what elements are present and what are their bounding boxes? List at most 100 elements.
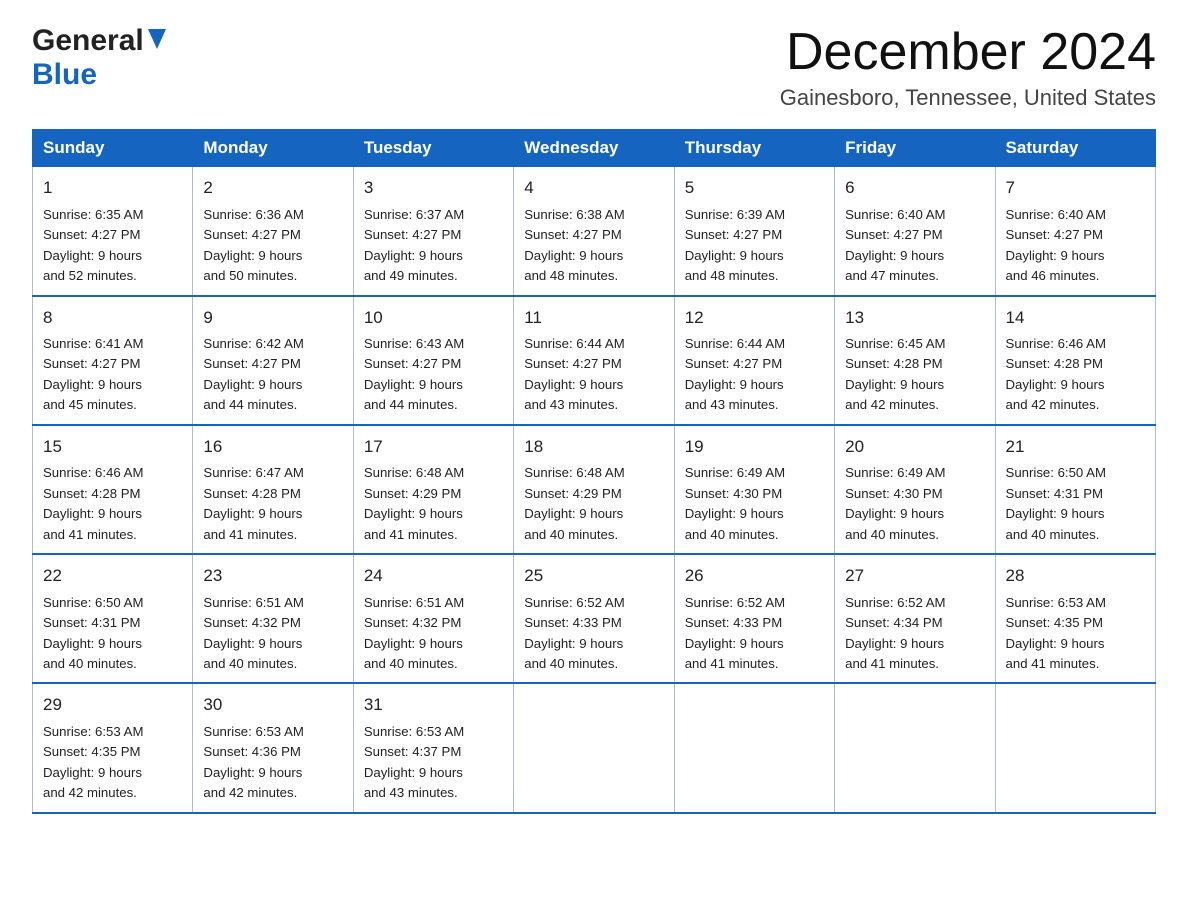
cell-text: Sunrise: 6:36 AMSunset: 4:27 PMDaylight:…: [203, 207, 303, 283]
cell-text: Sunrise: 6:37 AMSunset: 4:27 PMDaylight:…: [364, 207, 464, 283]
header-wednesday: Wednesday: [514, 130, 674, 167]
day-number: 18: [524, 434, 663, 460]
calendar-cell: 23 Sunrise: 6:51 AMSunset: 4:32 PMDayligh…: [193, 554, 353, 683]
calendar-cell: 10 Sunrise: 6:43 AMSunset: 4:27 PMDayligh…: [353, 296, 513, 425]
calendar-table: Sunday Monday Tuesday Wednesday Thursday…: [32, 129, 1156, 814]
cell-text: Sunrise: 6:53 AMSunset: 4:37 PMDaylight:…: [364, 724, 464, 800]
cell-text: Sunrise: 6:50 AMSunset: 4:31 PMDaylight:…: [1006, 465, 1106, 541]
calendar-week-1: 1 Sunrise: 6:35 AMSunset: 4:27 PMDaylight…: [33, 167, 1156, 296]
calendar-body: 1 Sunrise: 6:35 AMSunset: 4:27 PMDaylight…: [33, 167, 1156, 813]
day-number: 10: [364, 305, 503, 331]
logo-general-text: General: [32, 24, 144, 58]
day-number: 14: [1006, 305, 1145, 331]
calendar-week-3: 15 Sunrise: 6:46 AMSunset: 4:28 PMDayligh…: [33, 425, 1156, 554]
cell-text: Sunrise: 6:45 AMSunset: 4:28 PMDaylight:…: [845, 336, 945, 412]
day-number: 21: [1006, 434, 1145, 460]
calendar-cell: 30 Sunrise: 6:53 AMSunset: 4:36 PMDayligh…: [193, 683, 353, 812]
calendar-cell: 27 Sunrise: 6:52 AMSunset: 4:34 PMDayligh…: [835, 554, 995, 683]
cell-text: Sunrise: 6:53 AMSunset: 4:35 PMDaylight:…: [1006, 595, 1106, 671]
calendar-cell: 18Sunrise: 6:48 AMSunset: 4:29 PMDayligh…: [514, 425, 674, 554]
calendar-cell: 28 Sunrise: 6:53 AMSunset: 4:35 PMDayligh…: [995, 554, 1155, 683]
cell-text: Sunrise: 6:35 AMSunset: 4:27 PMDaylight:…: [43, 207, 143, 283]
cell-text: Sunrise: 6:52 AMSunset: 4:33 PMDaylight:…: [685, 595, 785, 671]
cell-text: Sunrise: 6:52 AMSunset: 4:34 PMDaylight:…: [845, 595, 945, 671]
cell-text: Sunrise: 6:51 AMSunset: 4:32 PMDaylight:…: [203, 595, 303, 671]
calendar-cell: 3Sunrise: 6:37 AMSunset: 4:27 PMDaylight…: [353, 167, 513, 296]
header-monday: Monday: [193, 130, 353, 167]
calendar-cell: 16 Sunrise: 6:47 AMSunset: 4:28 PMDayligh…: [193, 425, 353, 554]
calendar-cell: 19Sunrise: 6:49 AMSunset: 4:30 PMDayligh…: [674, 425, 834, 554]
day-number: 25: [524, 563, 663, 589]
calendar-cell: 12Sunrise: 6:44 AMSunset: 4:27 PMDayligh…: [674, 296, 834, 425]
page-header: General Blue December 2024 Gainesboro, T…: [32, 24, 1156, 111]
day-number: 11: [524, 305, 663, 331]
calendar-cell: 20 Sunrise: 6:49 AMSunset: 4:30 PMDayligh…: [835, 425, 995, 554]
day-number: 24: [364, 563, 503, 589]
cell-text: Sunrise: 6:48 AMSunset: 4:29 PMDaylight:…: [364, 465, 464, 541]
calendar-header: Sunday Monday Tuesday Wednesday Thursday…: [33, 130, 1156, 167]
cell-text: Sunrise: 6:44 AMSunset: 4:27 PMDaylight:…: [524, 336, 624, 412]
header-tuesday: Tuesday: [353, 130, 513, 167]
day-number: 23: [203, 563, 342, 589]
day-number: 6: [845, 175, 984, 201]
header-saturday: Saturday: [995, 130, 1155, 167]
calendar-cell: [514, 683, 674, 812]
day-number: 20: [845, 434, 984, 460]
logo-blue-text: Blue: [32, 58, 97, 91]
location-title: Gainesboro, Tennessee, United States: [780, 85, 1156, 111]
calendar-cell: 26Sunrise: 6:52 AMSunset: 4:33 PMDayligh…: [674, 554, 834, 683]
cell-text: Sunrise: 6:47 AMSunset: 4:28 PMDaylight:…: [203, 465, 303, 541]
day-number: 15: [43, 434, 182, 460]
day-number: 16: [203, 434, 342, 460]
cell-text: Sunrise: 6:51 AMSunset: 4:32 PMDaylight:…: [364, 595, 464, 671]
calendar-cell: [995, 683, 1155, 812]
day-number: 30: [203, 692, 342, 718]
cell-text: Sunrise: 6:38 AMSunset: 4:27 PMDaylight:…: [524, 207, 624, 283]
logo-triangle-icon: [148, 29, 166, 56]
calendar-cell: 31Sunrise: 6:53 AMSunset: 4:37 PMDayligh…: [353, 683, 513, 812]
cell-text: Sunrise: 6:49 AMSunset: 4:30 PMDaylight:…: [685, 465, 785, 541]
calendar-cell: 22 Sunrise: 6:50 AMSunset: 4:31 PMDayligh…: [33, 554, 193, 683]
calendar-cell: 11 Sunrise: 6:44 AMSunset: 4:27 PMDayligh…: [514, 296, 674, 425]
cell-text: Sunrise: 6:46 AMSunset: 4:28 PMDaylight:…: [1006, 336, 1106, 412]
calendar-week-4: 22 Sunrise: 6:50 AMSunset: 4:31 PMDayligh…: [33, 554, 1156, 683]
calendar-cell: 5Sunrise: 6:39 AMSunset: 4:27 PMDaylight…: [674, 167, 834, 296]
cell-text: Sunrise: 6:53 AMSunset: 4:36 PMDaylight:…: [203, 724, 303, 800]
day-number: 29: [43, 692, 182, 718]
calendar-cell: 14 Sunrise: 6:46 AMSunset: 4:28 PMDayligh…: [995, 296, 1155, 425]
calendar-cell: 17Sunrise: 6:48 AMSunset: 4:29 PMDayligh…: [353, 425, 513, 554]
calendar-cell: 24 Sunrise: 6:51 AMSunset: 4:32 PMDayligh…: [353, 554, 513, 683]
cell-text: Sunrise: 6:46 AMSunset: 4:28 PMDaylight:…: [43, 465, 143, 541]
day-number: 5: [685, 175, 824, 201]
calendar-cell: 13Sunrise: 6:45 AMSunset: 4:28 PMDayligh…: [835, 296, 995, 425]
calendar-cell: 1 Sunrise: 6:35 AMSunset: 4:27 PMDaylight…: [33, 167, 193, 296]
header-sunday: Sunday: [33, 130, 193, 167]
day-number: 22: [43, 563, 182, 589]
calendar-week-2: 8 Sunrise: 6:41 AMSunset: 4:27 PMDaylight…: [33, 296, 1156, 425]
cell-text: Sunrise: 6:40 AMSunset: 4:27 PMDaylight:…: [1006, 207, 1106, 283]
calendar-cell: 2 Sunrise: 6:36 AMSunset: 4:27 PMDaylight…: [193, 167, 353, 296]
calendar-cell: 9Sunrise: 6:42 AMSunset: 4:27 PMDaylight…: [193, 296, 353, 425]
day-number: 27: [845, 563, 984, 589]
day-number: 4: [524, 175, 663, 201]
calendar-cell: 8 Sunrise: 6:41 AMSunset: 4:27 PMDaylight…: [33, 296, 193, 425]
day-number: 2: [203, 175, 342, 201]
day-number: 12: [685, 305, 824, 331]
logo: General Blue: [32, 24, 166, 92]
calendar-cell: 21 Sunrise: 6:50 AMSunset: 4:31 PMDayligh…: [995, 425, 1155, 554]
calendar-cell: [674, 683, 834, 812]
month-title: December 2024: [780, 24, 1156, 81]
header-friday: Friday: [835, 130, 995, 167]
day-number: 28: [1006, 563, 1145, 589]
cell-text: Sunrise: 6:43 AMSunset: 4:27 PMDaylight:…: [364, 336, 464, 412]
day-number: 9: [203, 305, 342, 331]
calendar-cell: 6 Sunrise: 6:40 AMSunset: 4:27 PMDaylight…: [835, 167, 995, 296]
calendar-cell: 4 Sunrise: 6:38 AMSunset: 4:27 PMDaylight…: [514, 167, 674, 296]
cell-text: Sunrise: 6:49 AMSunset: 4:30 PMDaylight:…: [845, 465, 945, 541]
cell-text: Sunrise: 6:40 AMSunset: 4:27 PMDaylight:…: [845, 207, 945, 283]
cell-text: Sunrise: 6:41 AMSunset: 4:27 PMDaylight:…: [43, 336, 143, 412]
day-number: 1: [43, 175, 182, 201]
cell-text: Sunrise: 6:50 AMSunset: 4:31 PMDaylight:…: [43, 595, 143, 671]
cell-text: Sunrise: 6:53 AMSunset: 4:35 PMDaylight:…: [43, 724, 143, 800]
day-number: 8: [43, 305, 182, 331]
